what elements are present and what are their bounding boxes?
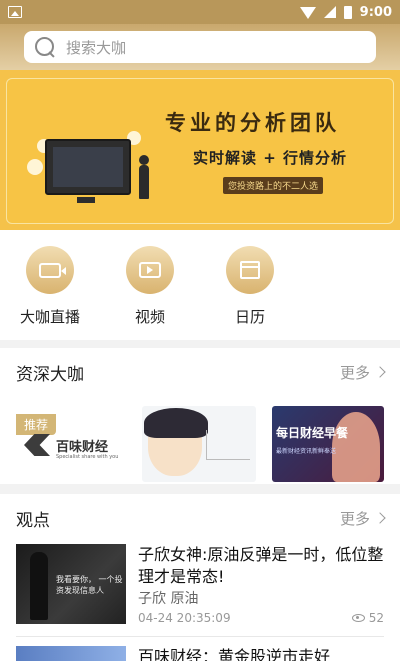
signal-icon: [323, 6, 336, 18]
menu-label: 视频: [134, 308, 165, 326]
card-subtitle: 最新财经资讯新鲜奉送: [276, 448, 337, 455]
divider: [16, 636, 384, 637]
wifi-icon: [299, 7, 316, 19]
header: 搜索大咖: [0, 24, 400, 70]
expert-slogan: Specialist share with you: [56, 454, 119, 460]
anime-avatar: [332, 412, 380, 482]
status-bar: 9:00: [0, 0, 400, 24]
quick-menu: 大咖直播 视频 日历: [0, 230, 400, 340]
menu-label: 大咖直播: [19, 308, 80, 326]
article-thumbnail: [16, 646, 126, 661]
article-time: 04-24 20:35:09: [138, 611, 231, 625]
presenter-figure: [30, 552, 48, 620]
menu-calendar[interactable]: 日历: [200, 246, 300, 340]
menu-label: 日历: [234, 308, 265, 326]
view-count: 52: [351, 611, 384, 625]
brand-logo-icon: [24, 434, 50, 456]
chevron-right-icon: [374, 366, 386, 378]
article-item[interactable]: 我看要你， 一个投资发现信息人 子欣女神:原油反弹是一时，低位整理才是常态! 子…: [16, 544, 384, 626]
monitor-illustration: [45, 139, 131, 195]
menu-video[interactable]: 视频: [100, 246, 200, 340]
expert-card[interactable]: [142, 406, 256, 482]
section-title: 资深大咖: [16, 364, 84, 385]
views-section: 观点 更多 我看要你， 一个投资发现信息人 子欣女神:原油反弹是一时，低位整理才…: [0, 494, 400, 661]
expert-card[interactable]: 每日财经早餐 最新财经资讯新鲜奉送: [272, 406, 384, 482]
cloud-decoration: [27, 159, 43, 175]
banner-subtitle: 实时解读 + 行情分析: [193, 149, 348, 167]
video-play-icon: [126, 246, 174, 294]
section-title: 观点: [16, 510, 50, 531]
more-label: 更多: [339, 363, 370, 382]
chart-illustration: [206, 430, 250, 460]
section-header: 观点 更多: [0, 494, 400, 542]
status-time: 9:00: [359, 4, 392, 20]
search-icon: [34, 36, 56, 58]
expert-name: 百味财经: [56, 440, 109, 455]
calendar-icon: [226, 246, 274, 294]
person-illustration: [139, 155, 149, 165]
experts-section: 资深大咖 更多 推荐 百味财经 Specialist share with yo…: [0, 348, 400, 484]
experts-carousel[interactable]: 推荐 百味财经 Specialist share with you 每日财经早餐…: [0, 406, 400, 482]
search-placeholder: 搜索大咖: [66, 38, 127, 57]
banner-area: 专业的分析团队 实时解读 + 行情分析 您投资路上的不二人选: [0, 70, 400, 230]
monitor-stand: [77, 197, 95, 203]
chart-screen: [53, 147, 123, 187]
banner-title: 专业的分析团队: [165, 111, 340, 135]
article-title: 子欣女神:原油反弹是一时，低位整理才是常态!: [138, 545, 384, 586]
battery-icon: [343, 5, 352, 19]
article-title: 百味财经：黄金股逆市走好: [138, 647, 331, 661]
promo-banner[interactable]: 专业的分析团队 实时解读 + 行情分析 您投资路上的不二人选: [6, 78, 394, 224]
anime-avatar-hair: [144, 408, 208, 438]
gallery-icon: [8, 6, 22, 18]
person-illustration: [139, 165, 149, 199]
chevron-right-icon: [374, 512, 386, 524]
banner-tag: 您投资路上的不二人选: [223, 177, 324, 194]
more-link[interactable]: 更多: [339, 508, 386, 529]
article-thumbnail: 我看要你， 一个投资发现信息人: [16, 544, 126, 624]
card-title: 每日财经早餐: [276, 426, 349, 440]
article-author: 子欣 原油: [138, 591, 199, 607]
view-count-value: 52: [368, 611, 384, 625]
menu-live[interactable]: 大咖直播: [0, 246, 100, 340]
expert-card[interactable]: 推荐 百味财经 Specialist share with you: [16, 406, 130, 482]
live-camera-icon: [26, 246, 74, 294]
thumbnail-caption: 我看要你， 一个投资发现信息人: [56, 575, 123, 595]
article-item[interactable]: 百味财经：黄金股逆市走好: [16, 646, 384, 661]
search-input[interactable]: 搜索大咖: [24, 31, 376, 63]
more-label: 更多: [339, 509, 370, 528]
recommend-badge: 推荐: [16, 414, 57, 435]
more-link[interactable]: 更多: [339, 362, 386, 383]
eye-icon: [351, 614, 365, 622]
section-header: 资深大咖 更多: [0, 348, 400, 396]
